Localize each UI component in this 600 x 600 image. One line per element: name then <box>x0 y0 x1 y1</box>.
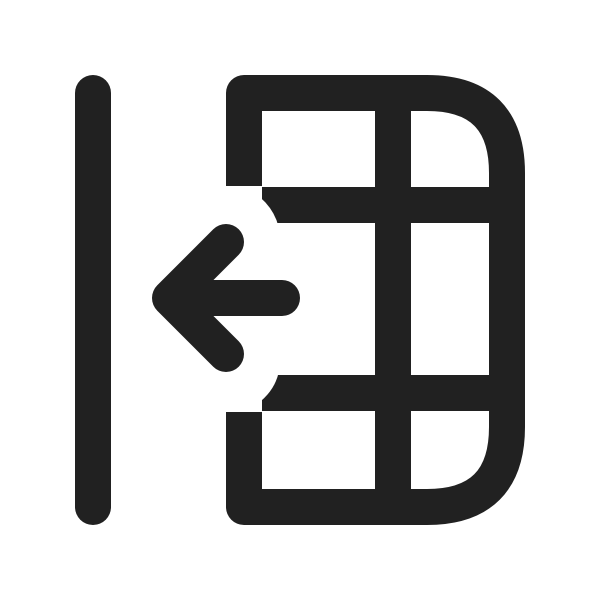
table-move-left-icon <box>75 75 525 525</box>
icon-canvas <box>0 0 600 600</box>
